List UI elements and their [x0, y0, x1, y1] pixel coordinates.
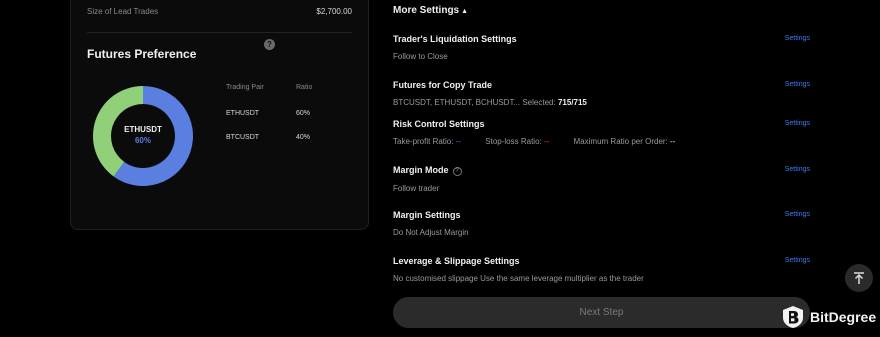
stop-loss-value: -- — [543, 137, 550, 146]
futures-preference-title: Futures Preference — [87, 47, 197, 61]
risk-control-settings-link[interactable]: Settings — [785, 120, 810, 127]
stop-loss-label: Stop-loss Ratio: — [485, 137, 542, 146]
more-settings-panel: More Settings ▲ Trader's Liquidation Sett… — [393, 0, 823, 337]
futures-copy-settings-link[interactable]: Settings — [785, 81, 810, 88]
scroll-top-button[interactable] — [845, 264, 873, 292]
lead-size-value: $2,700.00 — [316, 7, 352, 16]
leverage-slippage-row: Leverage & Slippage Settings No customis… — [393, 256, 810, 283]
futures-copy-list: BTCUSDT, ETHUSDT, BCHUSDT... Selected: — [393, 98, 556, 107]
donut-center-label: ETHUSDT — [124, 125, 162, 134]
risk-control-title: Risk Control Settings — [393, 119, 485, 129]
bitdegree-logo: BitDegree — [782, 303, 876, 331]
leverage-slippage-value: No customised slippage Use the same leve… — [393, 274, 644, 283]
row-pair: ETHUSDT — [226, 110, 260, 117]
margin-mode-title: Margin Mode — [393, 165, 449, 175]
max-ratio-value: -- — [670, 137, 676, 146]
lead-size-row: Size of Lead Trades $2,700.00 — [87, 7, 352, 21]
pair-donut-chart: ETHUSDT 60% — [93, 86, 194, 186]
arrow-to-top-icon — [854, 272, 864, 284]
futures-copy-value: BTCUSDT, ETHUSDT, BCHUSDT... Selected: 7… — [393, 98, 810, 107]
next-step-button[interactable]: Next Step — [393, 297, 810, 328]
risk-control-row: Risk Control Settings Take-profit Ratio:… — [393, 119, 810, 146]
header-trading-pair: Trading Pair — [226, 84, 264, 91]
futures-copy-title: Futures for Copy Trade — [393, 80, 493, 90]
margin-mode-value: Follow trader — [393, 184, 440, 193]
risk-control-values: Take-profit Ratio: -- Stop-loss Ratio: -… — [393, 137, 810, 146]
more-settings-label: More Settings — [393, 5, 460, 16]
futures-copy-row: Futures for Copy Trade BTCUSDT, ETHUSDT,… — [393, 80, 810, 107]
futures-preference-card: Size of Lead Trades $2,700.00 Futures Pr… — [70, 0, 369, 230]
donut-center: ETHUSDT 60% — [93, 86, 193, 186]
info-icon[interactable]: ? — [452, 167, 462, 176]
leverage-slippage-settings-link[interactable]: Settings — [785, 257, 810, 264]
caret-up-icon: ▲ — [461, 8, 469, 15]
liquidation-settings-row: Trader's Liquidation Settings Follow to … — [393, 34, 810, 61]
bitdegree-shield-icon — [783, 306, 803, 328]
margin-mode-settings-link[interactable]: Settings — [785, 166, 810, 173]
row-ratio: 60% — [296, 110, 311, 117]
donut-center-pct: 60% — [134, 136, 151, 145]
margin-mode-row: Margin Mode? Follow trader Settings — [393, 165, 810, 193]
futures-copy-count: 715/715 — [557, 98, 587, 107]
help-icon[interactable]: ? — [264, 39, 275, 50]
divider — [87, 32, 352, 33]
brand-name: BitDegree — [810, 309, 877, 325]
take-profit-label: Take-profit Ratio: — [393, 137, 454, 146]
header-ratio: Ratio — [296, 84, 313, 91]
margin-mode-title-wrap: Margin Mode? — [393, 165, 810, 176]
margin-settings-value: Do Not Adjust Margin — [393, 228, 469, 237]
max-ratio-label: Maximum Ratio per Order: — [573, 137, 668, 146]
liquidation-value: Follow to Close — [393, 52, 448, 61]
margin-settings-link[interactable]: Settings — [785, 211, 810, 218]
margin-settings-row: Margin Settings Do Not Adjust Margin Set… — [393, 210, 810, 237]
margin-settings-title: Margin Settings — [393, 210, 461, 220]
row-ratio: 40% — [296, 134, 311, 141]
more-settings-toggle[interactable]: More Settings ▲ — [393, 5, 468, 16]
take-profit-value: -- — [455, 137, 462, 146]
liquidation-title: Trader's Liquidation Settings — [393, 34, 517, 44]
lead-size-label: Size of Lead Trades — [87, 7, 159, 16]
leverage-slippage-title: Leverage & Slippage Settings — [393, 256, 520, 266]
liquidation-settings-link[interactable]: Settings — [785, 35, 810, 42]
row-pair: BTCUSDT — [226, 134, 260, 141]
